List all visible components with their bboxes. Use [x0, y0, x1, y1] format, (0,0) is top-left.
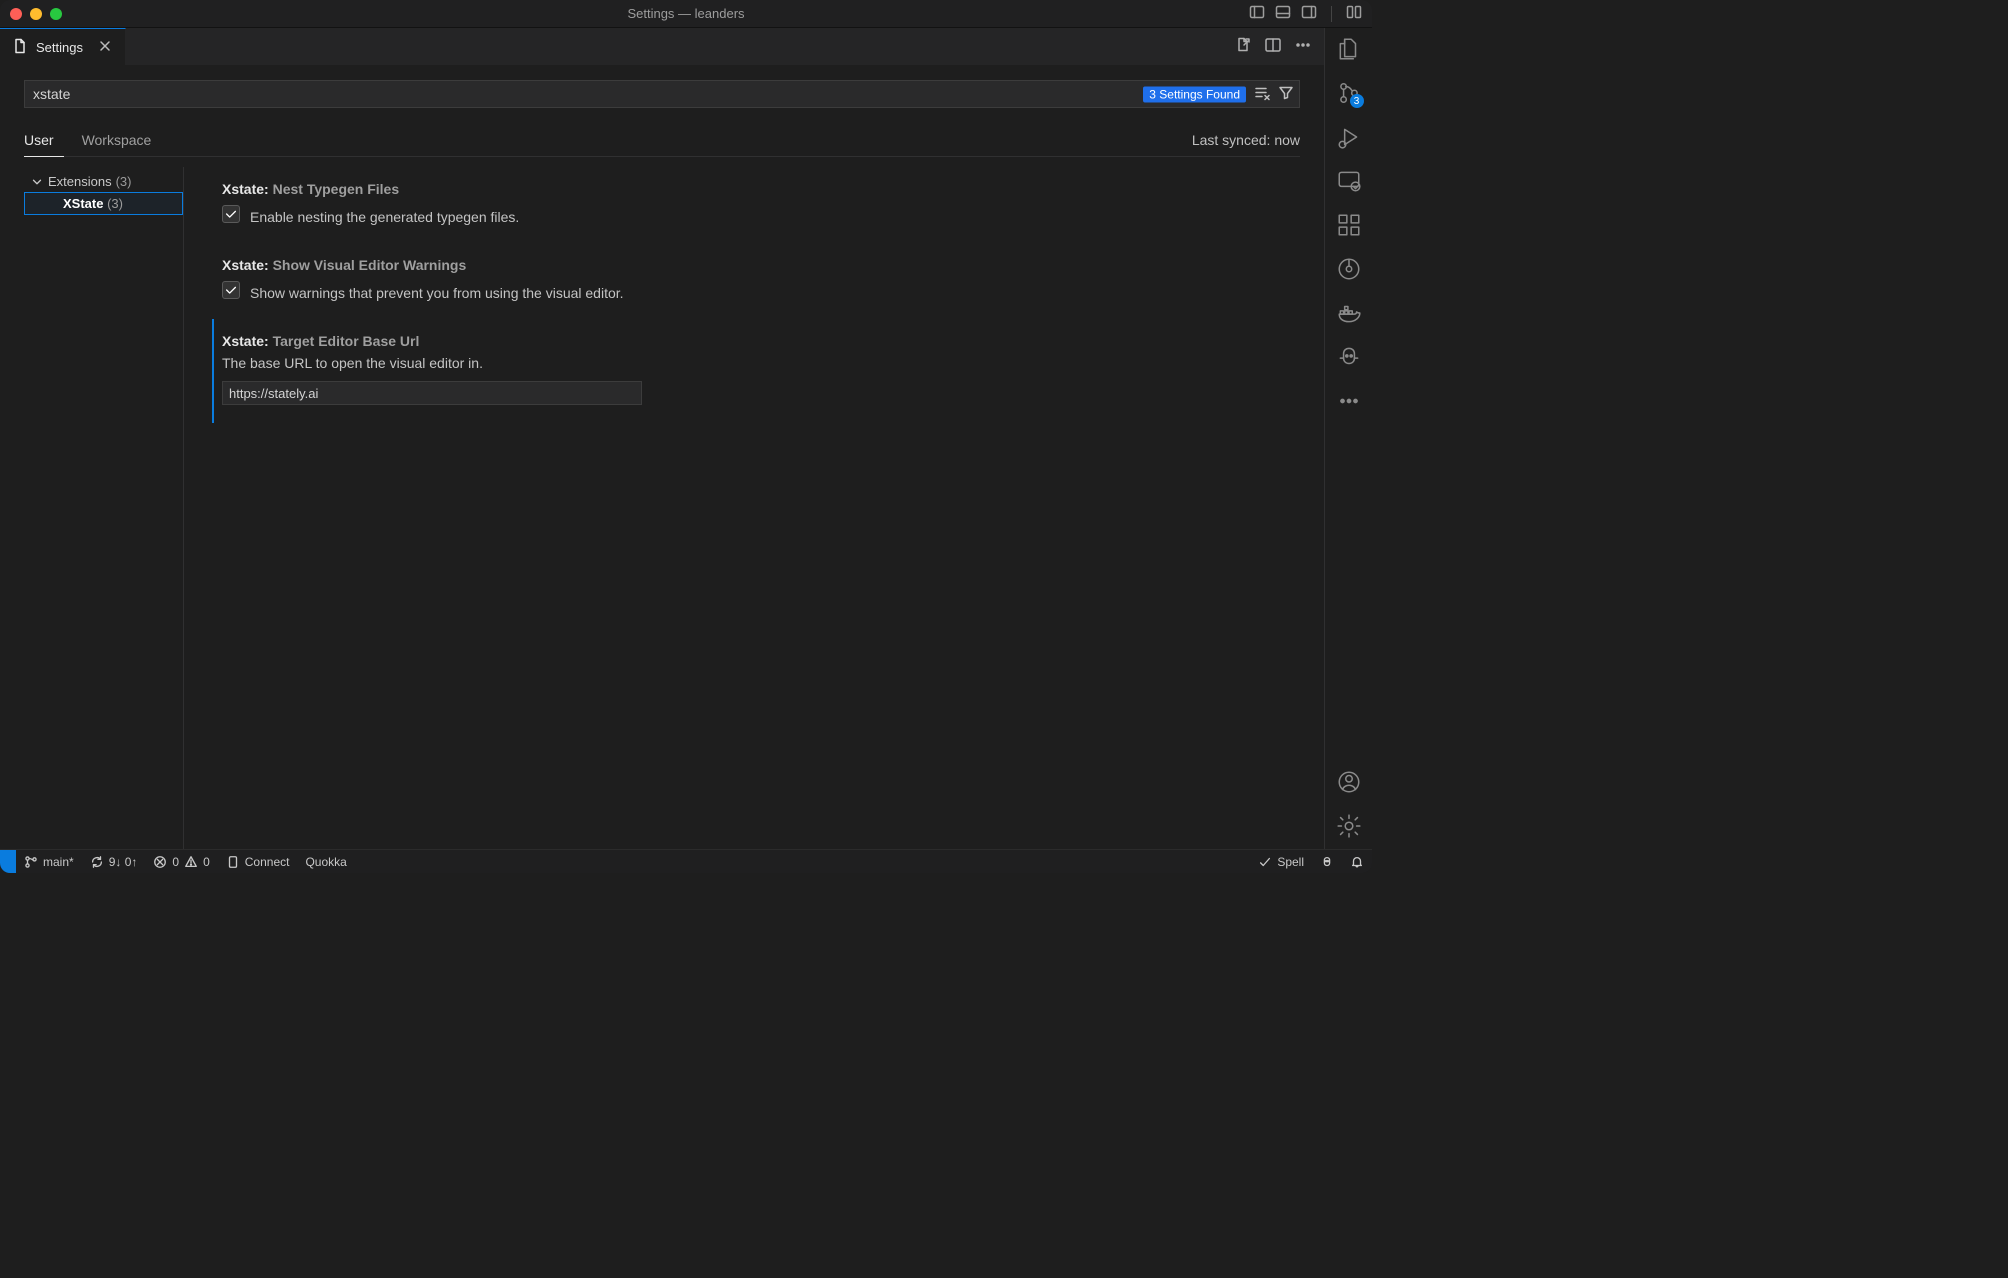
- source-control-icon[interactable]: 3: [1336, 80, 1362, 106]
- status-spell-label: Spell: [1277, 855, 1304, 869]
- settings-toc: Extensions (3) XState (3): [24, 167, 184, 849]
- tab-settings[interactable]: Settings: [0, 28, 126, 65]
- toc-xstate-label: XState: [63, 196, 103, 211]
- settings-editor: 3 Settings Found User Workspace Last syn…: [0, 66, 1324, 849]
- copilot-icon[interactable]: [1336, 344, 1362, 370]
- toc-extensions[interactable]: Extensions (3): [24, 171, 183, 192]
- setting-description: Show warnings that prevent you from usin…: [250, 285, 624, 301]
- setting-nest-typegen: Xstate: Nest Typegen Files Enable nestin…: [212, 167, 1300, 243]
- titlebar: Settings — leanders: [0, 0, 1372, 28]
- status-warnings: 0: [203, 855, 210, 869]
- setting-label-prefix: Xstate:: [222, 257, 269, 273]
- remote-explorer-icon[interactable]: [1336, 168, 1362, 194]
- toc-xstate-count: (3): [107, 196, 123, 211]
- scope-tab-workspace[interactable]: Workspace: [82, 126, 162, 156]
- checkbox[interactable]: [222, 205, 240, 223]
- setting-description: Enable nesting the generated typegen fil…: [250, 209, 519, 225]
- settings-found-badge: 3 Settings Found: [1143, 86, 1246, 102]
- file-icon: [12, 38, 28, 57]
- gear-icon[interactable]: [1336, 813, 1362, 839]
- status-spell[interactable]: Spell: [1250, 855, 1312, 869]
- panel-right-icon[interactable]: [1301, 4, 1317, 23]
- settings-search-input[interactable]: [24, 80, 1300, 108]
- window-title: Settings — leanders: [0, 6, 1372, 21]
- docker-icon[interactable]: [1336, 300, 1362, 326]
- panel-bottom-icon[interactable]: [1275, 4, 1291, 23]
- setting-target-editor-base-url: Xstate: Target Editor Base Url The base …: [212, 319, 1300, 423]
- status-quokka[interactable]: Quokka: [297, 855, 354, 869]
- status-branch[interactable]: main*: [16, 855, 82, 869]
- status-connect[interactable]: Connect: [218, 855, 298, 869]
- gitlens-icon[interactable]: [1336, 256, 1362, 282]
- clear-search-icon[interactable]: [1254, 85, 1270, 104]
- setting-label-prefix: Xstate:: [222, 181, 269, 197]
- more-icon[interactable]: [1336, 388, 1362, 414]
- extensions-icon[interactable]: [1336, 212, 1362, 238]
- scope-tab-user[interactable]: User: [24, 126, 64, 157]
- more-icon[interactable]: [1294, 36, 1312, 57]
- scm-badge: 3: [1350, 94, 1364, 108]
- status-connect-label: Connect: [245, 855, 290, 869]
- layout-icon[interactable]: [1346, 4, 1362, 23]
- status-sync[interactable]: 9↓ 0↑: [82, 855, 146, 869]
- setting-label-name: Show Visual Editor Warnings: [273, 257, 467, 273]
- status-copilot-icon[interactable]: [1312, 855, 1342, 869]
- split-editor-icon[interactable]: [1264, 36, 1282, 57]
- settings-list: Xstate: Nest Typegen Files Enable nestin…: [184, 167, 1300, 849]
- tab-bar: Settings: [0, 28, 1324, 66]
- explorer-icon[interactable]: [1336, 36, 1362, 62]
- titlebar-divider: [1331, 6, 1332, 22]
- checkbox[interactable]: [222, 281, 240, 299]
- status-branch-label: main*: [43, 855, 74, 869]
- settings-sync-status: Last synced: now: [1192, 132, 1300, 156]
- toc-xstate[interactable]: XState (3): [24, 192, 183, 215]
- status-errors: 0: [172, 855, 179, 869]
- chevron-down-icon: [30, 175, 44, 189]
- toc-extensions-count: (3): [116, 174, 132, 189]
- status-problems[interactable]: 0 0: [145, 855, 217, 869]
- toc-extensions-label: Extensions: [48, 174, 112, 189]
- activity-bar: 3: [1324, 28, 1372, 849]
- filter-icon[interactable]: [1278, 85, 1294, 104]
- tab-label: Settings: [36, 40, 83, 55]
- status-sync-label: 9↓ 0↑: [109, 855, 138, 869]
- close-icon[interactable]: [97, 38, 113, 57]
- status-quokka-label: Quokka: [305, 855, 346, 869]
- remote-indicator[interactable]: [0, 850, 16, 873]
- setting-description: The base URL to open the visual editor i…: [222, 355, 1292, 371]
- run-debug-icon[interactable]: [1336, 124, 1362, 150]
- status-bar: main* 9↓ 0↑ 0 0 Connect Quokka Spell: [0, 849, 1372, 873]
- setting-visual-editor-warnings: Xstate: Show Visual Editor Warnings Show…: [212, 243, 1300, 319]
- open-settings-json-icon[interactable]: [1234, 36, 1252, 57]
- setting-text-input[interactable]: [222, 381, 642, 405]
- status-bell-icon[interactable]: [1342, 855, 1372, 869]
- panel-left-icon[interactable]: [1249, 4, 1265, 23]
- setting-label-name: Target Editor Base Url: [273, 333, 420, 349]
- setting-label-name: Nest Typegen Files: [273, 181, 400, 197]
- account-icon[interactable]: [1336, 769, 1362, 795]
- setting-label-prefix: Xstate:: [222, 333, 269, 349]
